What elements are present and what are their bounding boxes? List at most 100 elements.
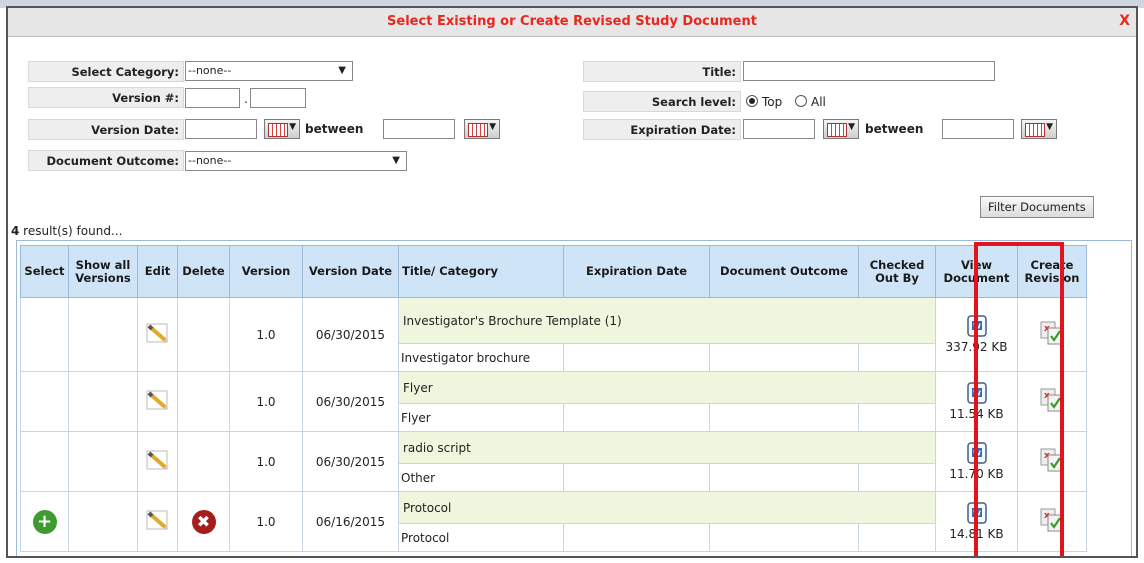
header-version: Version bbox=[229, 245, 303, 298]
delete-cell bbox=[177, 297, 230, 372]
version-date-cell: 06/16/2015 bbox=[302, 491, 399, 552]
header-show-all-versions: Show all Versions bbox=[68, 245, 138, 298]
create-revision-icon[interactable]: x bbox=[1039, 320, 1065, 346]
chevron-down-icon: ▼ bbox=[338, 65, 346, 76]
show-versions-cell bbox=[68, 431, 138, 492]
version-date-cell: 06/30/2015 bbox=[302, 431, 399, 492]
search-all-label: All bbox=[811, 95, 826, 109]
checked-out-by-cell bbox=[858, 343, 936, 372]
close-button[interactable]: X bbox=[1119, 13, 1130, 29]
version-cell: 1.0 bbox=[229, 371, 303, 432]
study-document-dialog: Select Existing or Create Revised Study … bbox=[6, 6, 1138, 558]
document-outcome-cell bbox=[709, 463, 859, 492]
pencil-icon[interactable] bbox=[144, 388, 172, 412]
outcome-select[interactable]: --none-- ▼ bbox=[185, 151, 407, 171]
word-document-icon[interactable]: W bbox=[966, 315, 988, 337]
filter-documents-button[interactable]: Filter Documents bbox=[980, 196, 1094, 218]
expiration-date-cell bbox=[563, 343, 710, 372]
checked-out-by-cell bbox=[858, 463, 936, 492]
create-revision-icon[interactable]: x bbox=[1039, 387, 1065, 413]
header-expiration-date: Expiration Date bbox=[563, 245, 710, 298]
view-document-cell: W 11.70 KB bbox=[935, 431, 1018, 492]
word-document-icon[interactable]: W bbox=[966, 502, 988, 524]
table-row: 1.0 06/30/2015 Investigator's Brochure T… bbox=[20, 297, 1087, 372]
dialog-titlebar: Select Existing or Create Revised Study … bbox=[8, 8, 1136, 37]
svg-text:W: W bbox=[973, 510, 981, 518]
svg-text:W: W bbox=[973, 390, 981, 398]
view-document-cell: W 14.81 KB bbox=[935, 491, 1018, 552]
delete-icon[interactable]: ✖ bbox=[191, 509, 216, 534]
version-date-cell: 06/30/2015 bbox=[302, 371, 399, 432]
create-revision-icon[interactable]: x bbox=[1039, 447, 1065, 473]
create-revision-cell: x bbox=[1017, 371, 1087, 432]
expiration-date-cell bbox=[563, 403, 710, 432]
word-document-icon[interactable]: W bbox=[966, 442, 988, 464]
version-cell: 1.0 bbox=[229, 297, 303, 372]
expiration-from-input[interactable] bbox=[743, 119, 815, 139]
calendar-icon[interactable]: ▼ bbox=[823, 119, 859, 139]
document-outcome-cell bbox=[709, 523, 859, 552]
document-title: Protocol bbox=[398, 491, 936, 524]
header-title-category: Title/ Category bbox=[398, 245, 564, 298]
expiration-to-input[interactable] bbox=[942, 119, 1014, 139]
word-document-icon[interactable]: W bbox=[966, 382, 988, 404]
search-top-radio[interactable] bbox=[746, 95, 758, 107]
pencil-icon[interactable] bbox=[144, 448, 172, 472]
results-table: Select Show all Versions Edit Delete Ver… bbox=[20, 245, 1087, 552]
select-cell: + bbox=[20, 491, 69, 552]
table-row: 1.0 06/30/2015 radio script W 11.70 KB x bbox=[20, 431, 1087, 492]
results-body: 1.0 06/30/2015 Investigator's Brochure T… bbox=[20, 297, 1087, 552]
outcome-label: Document Outcome: bbox=[28, 150, 184, 171]
show-versions-cell bbox=[68, 297, 138, 372]
title-input[interactable] bbox=[743, 61, 995, 81]
search-all-radio[interactable] bbox=[795, 95, 807, 107]
outcome-select-value: --none-- bbox=[188, 154, 232, 167]
table-row: + ✖ 1.0 06/16/2015 Protocol W 14.81 KB x bbox=[20, 491, 1087, 552]
title-label: Title: bbox=[583, 61, 741, 82]
delete-cell bbox=[177, 431, 230, 492]
edit-cell bbox=[137, 431, 178, 492]
add-icon[interactable]: + bbox=[32, 509, 57, 534]
version-date-from-input[interactable] bbox=[185, 119, 257, 139]
search-top-label: Top bbox=[762, 95, 783, 109]
show-versions-cell bbox=[68, 491, 138, 552]
document-category: Investigator brochure bbox=[398, 343, 564, 372]
version-minor-input[interactable] bbox=[250, 88, 306, 108]
header-view-document: View Document bbox=[935, 245, 1018, 298]
header-create-revision: Create Revision bbox=[1017, 245, 1087, 298]
version-date-cell: 06/30/2015 bbox=[302, 297, 399, 372]
version-cell: 1.0 bbox=[229, 491, 303, 552]
expiration-between-label: between bbox=[865, 122, 924, 136]
category-select[interactable]: --none-- ▼ bbox=[185, 61, 353, 81]
pencil-icon[interactable] bbox=[144, 508, 172, 532]
svg-text:W: W bbox=[973, 323, 981, 331]
checked-out-by-cell bbox=[858, 523, 936, 552]
version-label: Version #: bbox=[28, 87, 184, 108]
document-category: Flyer bbox=[398, 403, 564, 432]
delete-cell: ✖ bbox=[177, 491, 230, 552]
version-date-label: Version Date: bbox=[28, 119, 184, 140]
version-major-input[interactable] bbox=[185, 88, 240, 108]
file-size: 11.70 KB bbox=[949, 467, 1004, 481]
calendar-icon[interactable]: ▼ bbox=[264, 119, 300, 139]
result-count-suffix: result(s) found... bbox=[19, 224, 123, 238]
header-version-date: Version Date bbox=[302, 245, 399, 298]
result-count: 4 result(s) found... bbox=[11, 224, 122, 238]
file-size: 337.92 KB bbox=[945, 340, 1008, 354]
search-level-label: Search level: bbox=[583, 91, 741, 112]
view-document-cell: W 337.92 KB bbox=[935, 297, 1018, 372]
edit-cell bbox=[137, 297, 178, 372]
expiration-date-cell bbox=[563, 523, 710, 552]
version-between-label: between bbox=[305, 122, 364, 136]
pencil-icon[interactable] bbox=[144, 321, 172, 345]
header-edit: Edit bbox=[137, 245, 178, 298]
delete-cell bbox=[177, 371, 230, 432]
calendar-icon[interactable]: ▼ bbox=[464, 119, 500, 139]
calendar-icon[interactable]: ▼ bbox=[1021, 119, 1057, 139]
create-revision-icon[interactable]: x bbox=[1039, 507, 1065, 533]
expiration-date-cell bbox=[563, 463, 710, 492]
header-checked-out-by: Checked Out By bbox=[858, 245, 936, 298]
version-date-to-input[interactable] bbox=[383, 119, 455, 139]
select-cell bbox=[20, 431, 69, 492]
document-title: Flyer bbox=[398, 371, 936, 404]
